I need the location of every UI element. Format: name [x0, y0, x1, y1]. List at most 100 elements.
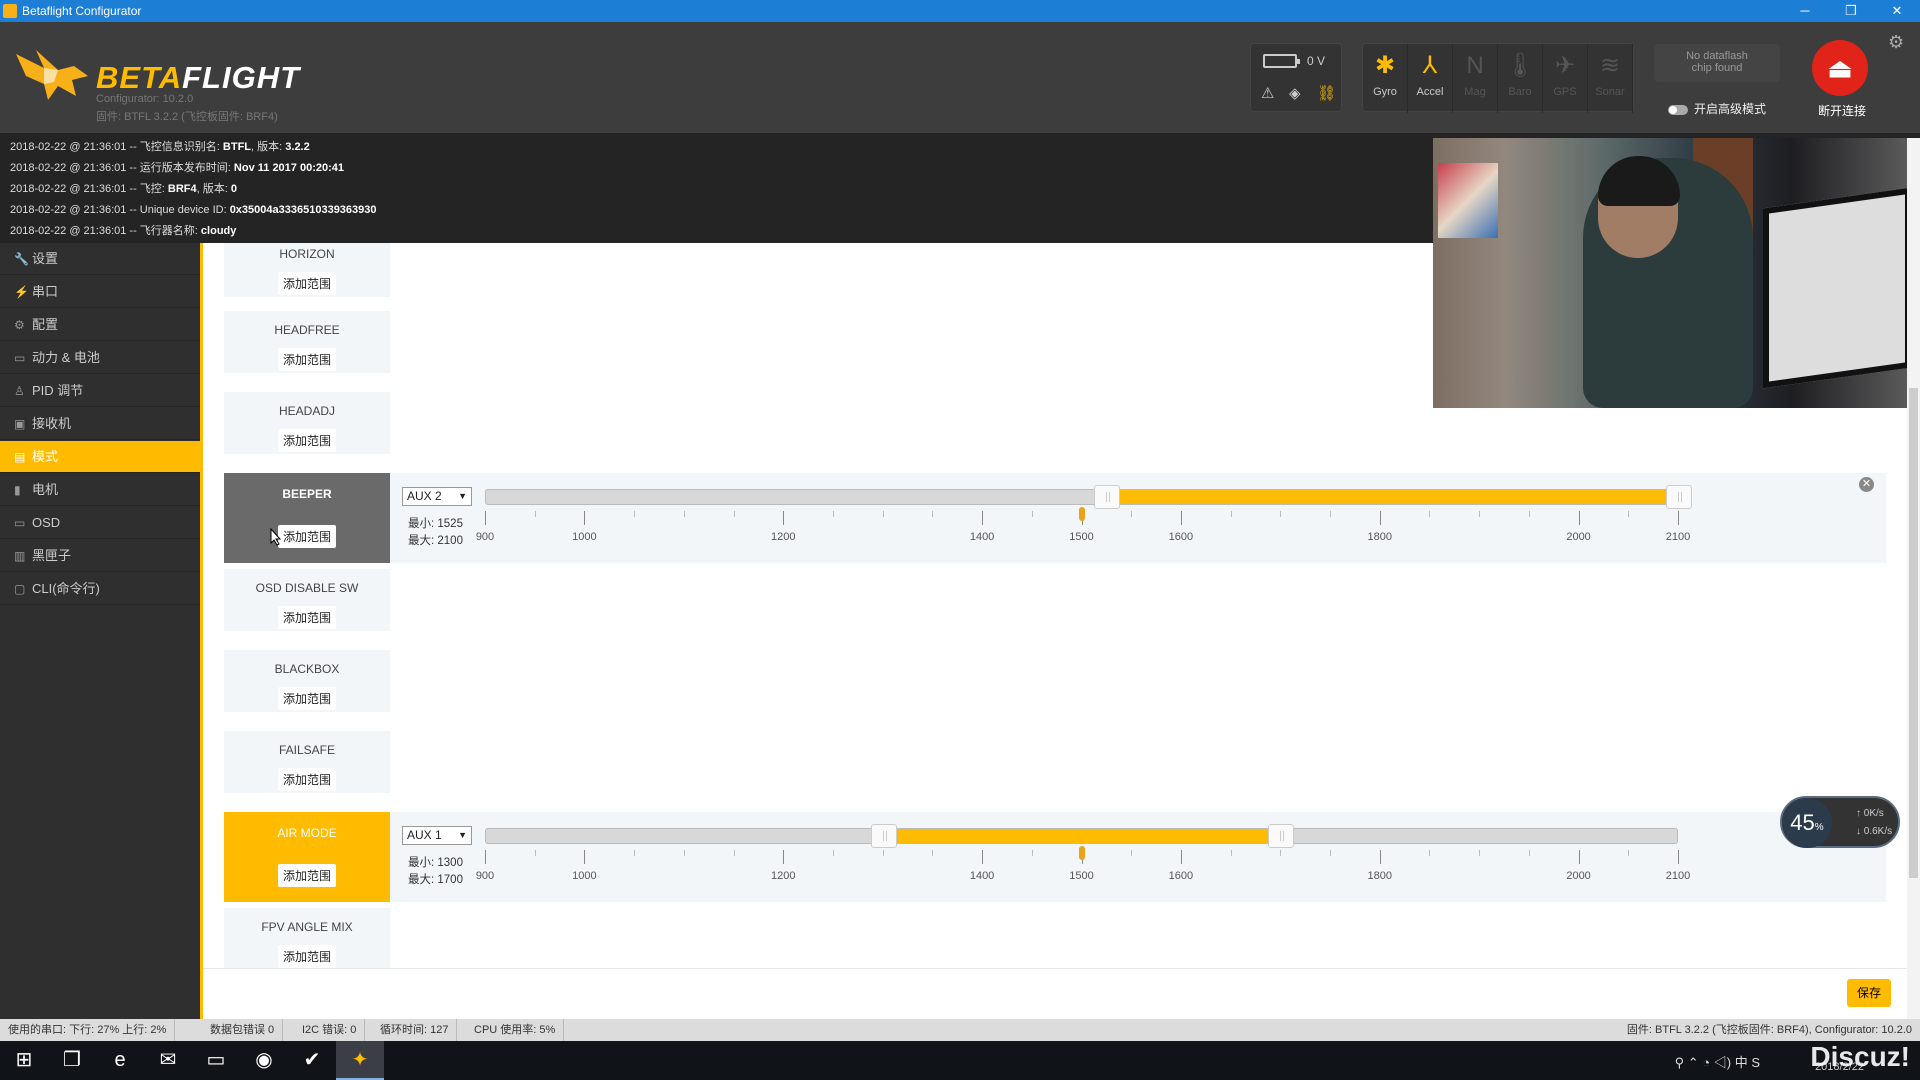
scale-major-tick — [1678, 511, 1679, 525]
add-range-button[interactable]: 添加范围 — [277, 525, 336, 548]
sidebar-item-5[interactable]: ▣ 接收机 — [0, 408, 200, 440]
sidebar-item-3[interactable]: ▭ 动力 & 电池 — [0, 342, 200, 374]
task-view-icon[interactable]: ❐ — [48, 1041, 96, 1080]
scale-tick — [683, 511, 685, 517]
gps-icon: ✈ — [1554, 52, 1576, 79]
betaflight-task-icon[interactable]: ✦ — [336, 1041, 384, 1080]
scale-tick — [932, 511, 934, 517]
scale-tick — [1131, 850, 1133, 856]
close-button[interactable]: ✕ — [1874, 0, 1920, 22]
scrollbar-thumb[interactable] — [1909, 388, 1918, 878]
scale-tick — [534, 511, 536, 517]
link-icon: ⛓ — [1317, 85, 1337, 102]
sidebar-item-label: 黑匣子 — [32, 548, 72, 563]
add-range-button[interactable]: 添加范围 — [277, 768, 336, 791]
modes-icon: ▤ — [14, 450, 26, 464]
scale-major-tick — [485, 850, 486, 864]
range-slider[interactable] — [485, 824, 1678, 848]
scale-label: 1500 — [1069, 531, 1094, 543]
receiver-icon: ▣ — [14, 417, 26, 431]
start-icon[interactable]: ⊞ — [0, 1041, 48, 1080]
disconnect-button[interactable]: ⏏ — [1812, 40, 1868, 96]
battery-icon — [1263, 54, 1300, 68]
sidebar-item-7[interactable]: ▮ 电机 — [0, 474, 200, 506]
mode-name: HEADFREE — [274, 323, 340, 337]
range-slider[interactable] — [485, 485, 1692, 509]
app-icon[interactable]: ✔ — [288, 1041, 336, 1080]
sensor-baro: 🌡 Baro — [1498, 44, 1543, 113]
log-mid: , 版本: — [251, 141, 286, 153]
scale-tick — [683, 850, 685, 856]
add-range-button[interactable]: 添加范围 — [277, 687, 336, 710]
sidebar-item-0[interactable]: 🔧 设置 — [0, 243, 200, 275]
log-value2: 0 — [230, 182, 238, 195]
sidebar-item-8[interactable]: ▭ OSD — [0, 507, 200, 539]
minimize-button[interactable]: ─ — [1782, 0, 1828, 22]
motor-icon: ▮ — [14, 483, 21, 497]
log-value: 0x35004a3336510339363930 — [229, 203, 377, 216]
gyro-icon: ✱ — [1374, 52, 1396, 79]
video-overlay — [1433, 138, 1911, 408]
sidebar-item-2[interactable]: ⚙ 配置 — [0, 309, 200, 341]
scale-tick — [534, 850, 536, 856]
disconnect-label: 断开连接 — [1817, 104, 1866, 118]
qq-icon[interactable]: ◉ — [240, 1041, 288, 1080]
mail-icon[interactable]: ✉ — [144, 1041, 192, 1080]
network-speed-widget[interactable]: 45% ↑ 0K/s ↓ 0.6K/s — [1780, 796, 1900, 848]
add-range-button[interactable]: 添加范围 — [277, 348, 336, 371]
scale-tick — [1230, 511, 1232, 517]
add-range-button[interactable]: 添加范围 — [277, 606, 336, 629]
save-button[interactable]: 保存 — [1847, 979, 1891, 1007]
range-max-handle[interactable] — [1268, 824, 1295, 848]
logo-text: BETAFLIGHT — [96, 60, 301, 95]
range-minmax: 最小: 1525 最大: 2100 — [408, 516, 463, 550]
range-min-handle[interactable] — [870, 824, 897, 848]
mode-beeper: BEEPER 添加范围 — [224, 473, 390, 563]
memory-percent: 45% — [1782, 798, 1832, 848]
scale-major-tick — [1578, 850, 1580, 864]
scrollbar[interactable] — [1907, 138, 1920, 1019]
range-min: 最小: 1300 — [408, 857, 463, 869]
add-range-button[interactable]: 添加范围 — [277, 429, 336, 452]
sidebar-item-label: CLI(命令行) — [32, 581, 100, 596]
sidebar-item-1[interactable]: ⚡ 串口 — [0, 276, 200, 308]
sidebar-item-label: 动力 & 电池 — [32, 350, 100, 365]
scale-label: 1600 — [1168, 531, 1194, 543]
scale-label: 1600 — [1168, 870, 1194, 882]
battery-status: 0 V ⚠ ◈ ⛓ — [1250, 43, 1342, 112]
add-range-button[interactable]: 添加范围 — [277, 272, 336, 295]
sensor-label: Accel — [1416, 86, 1444, 98]
add-range-button[interactable]: 添加范围 — [277, 945, 336, 968]
scale-label: 900 — [475, 870, 495, 882]
mode-fpv-angle-mix: FPV ANGLE MIX 添加范围 — [224, 908, 390, 968]
log-prefix: 2018-02-22 @ 21:36:01 -- 飞行器名称: — [10, 224, 201, 237]
range-max-handle[interactable] — [1666, 485, 1692, 509]
log-value: Nov 11 2017 00:20:41 — [233, 161, 345, 174]
toggle-switch[interactable] — [1668, 104, 1688, 115]
scale-major-tick — [485, 511, 486, 525]
channel-select[interactable]: AUX 1 ▼ — [402, 826, 472, 845]
sidebar-item-6[interactable]: ▤ 模式 — [0, 441, 200, 473]
range-min-handle[interactable] — [1094, 485, 1121, 509]
chevron-down-icon: ▼ — [458, 491, 467, 501]
scale-tick — [1031, 511, 1033, 517]
sonar-icon: ≋ — [1599, 52, 1621, 79]
battery-icon: ▭ — [14, 351, 26, 365]
sidebar-item-9[interactable]: ▥ 黑匣子 — [0, 540, 200, 572]
title-bar: Betaflight Configurator ─ ❐ ✕ — [0, 0, 1920, 22]
maximize-button[interactable]: ❐ — [1828, 0, 1874, 22]
add-range-button[interactable]: 添加范围 — [277, 864, 336, 887]
remove-range-icon[interactable]: ✕ — [1859, 477, 1874, 492]
system-tray[interactable]: ⚲ ⌃ ◔ ◁) 中 S — [1675, 1052, 1760, 1071]
channel-select[interactable]: AUX 2 ▼ — [402, 487, 472, 506]
expert-mode-toggle[interactable]: 开启高级模式 — [1668, 100, 1766, 117]
edge-icon[interactable]: e — [96, 1041, 144, 1080]
sensor-label: Sonar — [1595, 86, 1625, 98]
sidebar-item-4[interactable]: ♙ PID 调节 — [0, 375, 200, 407]
explorer-icon[interactable]: ▭ — [192, 1041, 240, 1080]
sensor-gyro: ✱ Gyro — [1363, 44, 1408, 113]
sidebar-item-10[interactable]: ▢ CLI(命令行) — [0, 573, 200, 605]
chevron-down-icon: ▼ — [458, 830, 467, 840]
settings-gear-icon[interactable]: ⚙ — [1888, 32, 1904, 53]
scale-tick — [882, 850, 884, 856]
